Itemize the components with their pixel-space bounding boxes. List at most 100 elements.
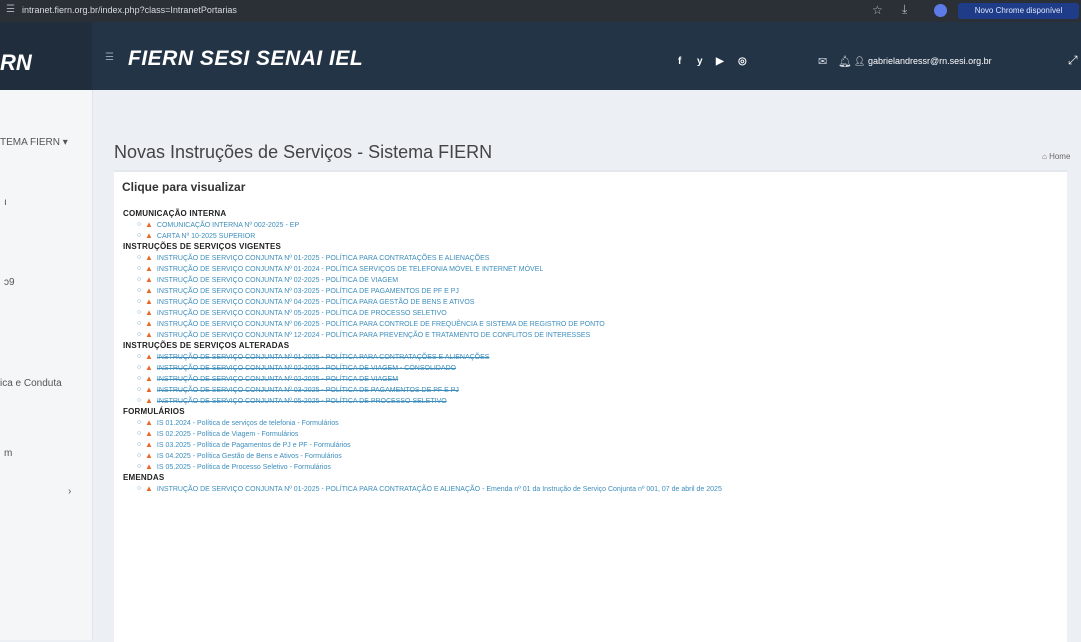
bullet-icon: ○ xyxy=(137,353,142,360)
document-link[interactable]: ○ ▲ INSTRUÇÃO DE SERVIÇO CONJUNTA Nº 02-20… xyxy=(123,274,1063,285)
document-link[interactable]: ○ ▲ INSTRUÇÃO DE SERVIÇO CONJUNTA Nº 05-20… xyxy=(123,307,1063,318)
document-link-label: IS 02.2025 - Política de Viagem - Formul… xyxy=(156,431,299,438)
document-link-label: INSTRUÇÃO DE SERVIÇO CONJUNTA Nº 01-2025… xyxy=(156,486,722,493)
document-link-label: INSTRUÇÃO DE SERVIÇO CONJUNTA Nº 03-2025… xyxy=(156,387,459,394)
pdf-icon: ▲ xyxy=(145,253,153,262)
pdf-icon: ▲ xyxy=(145,385,153,394)
document-link[interactable]: ○ ▲ INSTRUÇÃO DE SERVIÇO CONJUNTA Nº 01-20… xyxy=(123,483,1063,494)
document-link-label: INSTRUÇÃO DE SERVIÇO CONJUNTA Nº 01-2025… xyxy=(156,354,490,361)
instagram-icon[interactable]: ◎ xyxy=(738,56,747,67)
pdf-icon: ▲ xyxy=(145,462,153,471)
bullet-icon: ○ xyxy=(137,265,142,272)
document-link-label: INSTRUÇÃO DE SERVIÇO CONJUNTA Nº 04-2025… xyxy=(156,299,475,306)
pdf-icon: ▲ xyxy=(145,429,153,438)
sidebar-item-sistema-fiern[interactable]: TEMA FIERN ▾ xyxy=(0,137,68,148)
user-menu[interactable]: 👤︎ gabrielandressr@rn.sesi.org.br xyxy=(854,56,992,67)
pdf-icon: ▲ xyxy=(145,330,153,339)
facebook-icon[interactable]: f xyxy=(678,56,681,67)
document-link[interactable]: ○ ▲ INSTRUÇÃO DE SERVIÇO CONJUNTA Nº 02-20… xyxy=(123,362,1063,373)
document-link[interactable]: ○ ▲ IS 01.2024 - Política de serviços de t… xyxy=(123,417,1063,428)
document-link[interactable]: ○ ▲ COMUNICAÇÃO INTERNA Nº 002-2025 - EP xyxy=(123,219,1063,230)
bullet-icon: ○ xyxy=(137,397,142,404)
documents-box: Clique para visualizar COMUNICAÇÃO INTER… xyxy=(114,170,1067,642)
profile-avatar[interactable] xyxy=(934,4,947,17)
breadcrumb[interactable]: ⌂ Home xyxy=(1042,152,1070,161)
chrome-update-button[interactable]: Novo Chrome disponível xyxy=(958,3,1079,19)
pdf-icon: ▲ xyxy=(145,286,153,295)
document-link[interactable]: ○ ▲ CARTA Nº 10-2025 SUPERIOR xyxy=(123,230,1063,241)
youtube-icon[interactable]: ▶ xyxy=(716,56,724,67)
sidebar-item-etica-conduta[interactable]: ica e Conduta xyxy=(0,378,62,389)
sidebar-item-marker[interactable]: m xyxy=(4,448,12,459)
document-link-label: INSTRUÇÃO DE SERVIÇO CONJUNTA Nº 02-2025… xyxy=(156,365,457,372)
user-email: gabrielandressr@rn.sesi.org.br xyxy=(867,56,992,66)
bullet-icon: ○ xyxy=(137,386,142,393)
document-link-label: INSTRUÇÃO DE SERVIÇO CONJUNTA Nº 05-2025… xyxy=(156,310,447,317)
sidebar: TEMA FIERN ▾ ı ɔ9 ica e Conduta m › xyxy=(0,90,93,640)
section-heading: FORMULÁRIOS xyxy=(123,407,185,416)
mail-icon[interactable]: ✉ xyxy=(818,55,827,68)
pdf-icon: ▲ xyxy=(145,220,153,229)
bullet-icon: ○ xyxy=(137,221,142,228)
document-link[interactable]: ○ ▲ INSTRUÇÃO DE SERVIÇO CONJUNTA Nº 06-20… xyxy=(123,318,1063,329)
document-link-label: INSTRUÇÃO DE SERVIÇO CONJUNTA Nº 03-2025… xyxy=(156,288,459,295)
document-link[interactable]: ○ ▲ IS 02.2025 - Política de Viagem - Form… xyxy=(123,428,1063,439)
document-link-label: INSTRUÇÃO DE SERVIÇO CONJUNTA Nº 06-2025… xyxy=(156,321,605,328)
document-link-label: IS 03.2025 - Política de Pagamentos de P… xyxy=(156,442,351,449)
section-heading: COMUNICAÇÃO INTERNA xyxy=(123,209,227,218)
pdf-icon: ▲ xyxy=(145,231,153,240)
bookmark-star-icon[interactable]: ☆ xyxy=(872,3,883,17)
download-icon[interactable]: ⤓ xyxy=(902,2,907,17)
bullet-icon: ○ xyxy=(137,463,142,470)
document-link[interactable]: ○ ▲ IS 04.2025 - Política Gestão de Bens e… xyxy=(123,450,1063,461)
section-heading: INSTRUÇÕES DE SERVIÇOS VIGENTES xyxy=(123,242,282,251)
site-info-icon[interactable]: ☰ xyxy=(6,4,15,15)
pdf-icon: ▲ xyxy=(145,319,153,328)
page-title: Novas Instruções de Serviços - Sistema F… xyxy=(114,142,493,162)
twitter-icon[interactable]: y xyxy=(697,56,703,67)
pdf-icon: ▲ xyxy=(145,440,153,449)
bullet-icon: ○ xyxy=(137,309,142,316)
bullet-icon: ○ xyxy=(137,232,142,239)
document-link[interactable]: ○ ▲ INSTRUÇÃO DE SERVIÇO CONJUNTA Nº 04-20… xyxy=(123,296,1063,307)
document-link[interactable]: ○ ▲ INSTRUÇÃO DE SERVIÇO CONJUNTA Nº 02-20… xyxy=(123,373,1063,384)
pdf-icon: ▲ xyxy=(145,308,153,317)
pdf-icon: ▲ xyxy=(145,451,153,460)
document-link-label: INSTRUÇÃO DE SERVIÇO CONJUNTA Nº 01-2024… xyxy=(156,266,544,273)
document-link[interactable]: ○ ▲ IS 05.2025 - Política de Processo Sele… xyxy=(123,461,1063,472)
bullet-icon: ○ xyxy=(137,364,142,371)
logo[interactable]: RN xyxy=(0,22,92,90)
document-link[interactable]: ○ ▲ INSTRUÇÃO DE SERVIÇO CONJUNTA Nº 12-20… xyxy=(123,329,1063,340)
bullet-icon: ○ xyxy=(137,375,142,382)
brand-title: FIERN SESI SENAI IEL xyxy=(128,47,364,70)
pdf-icon: ▲ xyxy=(145,418,153,427)
section-heading: EMENDAS xyxy=(123,473,165,482)
document-link[interactable]: ○ ▲ INSTRUÇÃO DE SERVIÇO CONJUNTA Nº 03-20… xyxy=(123,384,1063,395)
address-bar[interactable]: intranet.fiern.org.br/index.php?class=In… xyxy=(22,5,237,15)
bullet-icon: ○ xyxy=(137,452,142,459)
document-link[interactable]: ○ ▲ INSTRUÇÃO DE SERVIÇO CONJUNTA Nº 05-20… xyxy=(123,395,1063,406)
document-list: COMUNICAÇÃO INTERNA ○ ▲ COMUNICAÇÃO INTERNA… xyxy=(123,208,1063,494)
bullet-icon: ○ xyxy=(137,320,142,327)
document-link[interactable]: ○ ▲ INSTRUÇÃO DE SERVIÇO CONJUNTA Nº 01-20… xyxy=(123,263,1063,274)
pdf-icon: ▲ xyxy=(145,264,153,273)
browser-bar: ☰ intranet.fiern.org.br/index.php?class=… xyxy=(0,0,1081,22)
document-link-label: INSTRUÇÃO DE SERVIÇO CONJUNTA Nº 12-2024… xyxy=(156,332,591,339)
pdf-icon: ▲ xyxy=(145,363,153,372)
chevron-icon[interactable]: › xyxy=(68,486,71,497)
bullet-icon: ○ xyxy=(137,276,142,283)
sidebar-item-marker[interactable]: ɔ9 xyxy=(4,277,15,288)
breadcrumb-home: Home xyxy=(1049,152,1071,161)
document-link[interactable]: ○ ▲ INSTRUÇÃO DE SERVIÇO CONJUNTA Nº 03-20… xyxy=(123,285,1063,296)
document-link-label: IS 05.2025 - Política de Processo Seleti… xyxy=(156,464,331,471)
document-link[interactable]: ○ ▲ IS 03.2025 - Política de Pagamentos de… xyxy=(123,439,1063,450)
document-link[interactable]: ○ ▲ INSTRUÇÃO DE SERVIÇO CONJUNTA Nº 01-20… xyxy=(123,351,1063,362)
menu-toggle-icon[interactable]: ☰ xyxy=(105,52,114,63)
pdf-icon: ▲ xyxy=(145,297,153,306)
bell-icon[interactable]: 🔔︎ xyxy=(838,55,852,68)
document-link[interactable]: ○ ▲ INSTRUÇÃO DE SERVIÇO CONJUNTA Nº 01-20… xyxy=(123,252,1063,263)
fullscreen-icon[interactable]: ⤢ xyxy=(1068,53,1078,68)
sidebar-item-marker[interactable]: ı xyxy=(4,197,7,208)
pdf-icon: ▲ xyxy=(145,374,153,383)
bullet-icon: ○ xyxy=(137,430,142,437)
